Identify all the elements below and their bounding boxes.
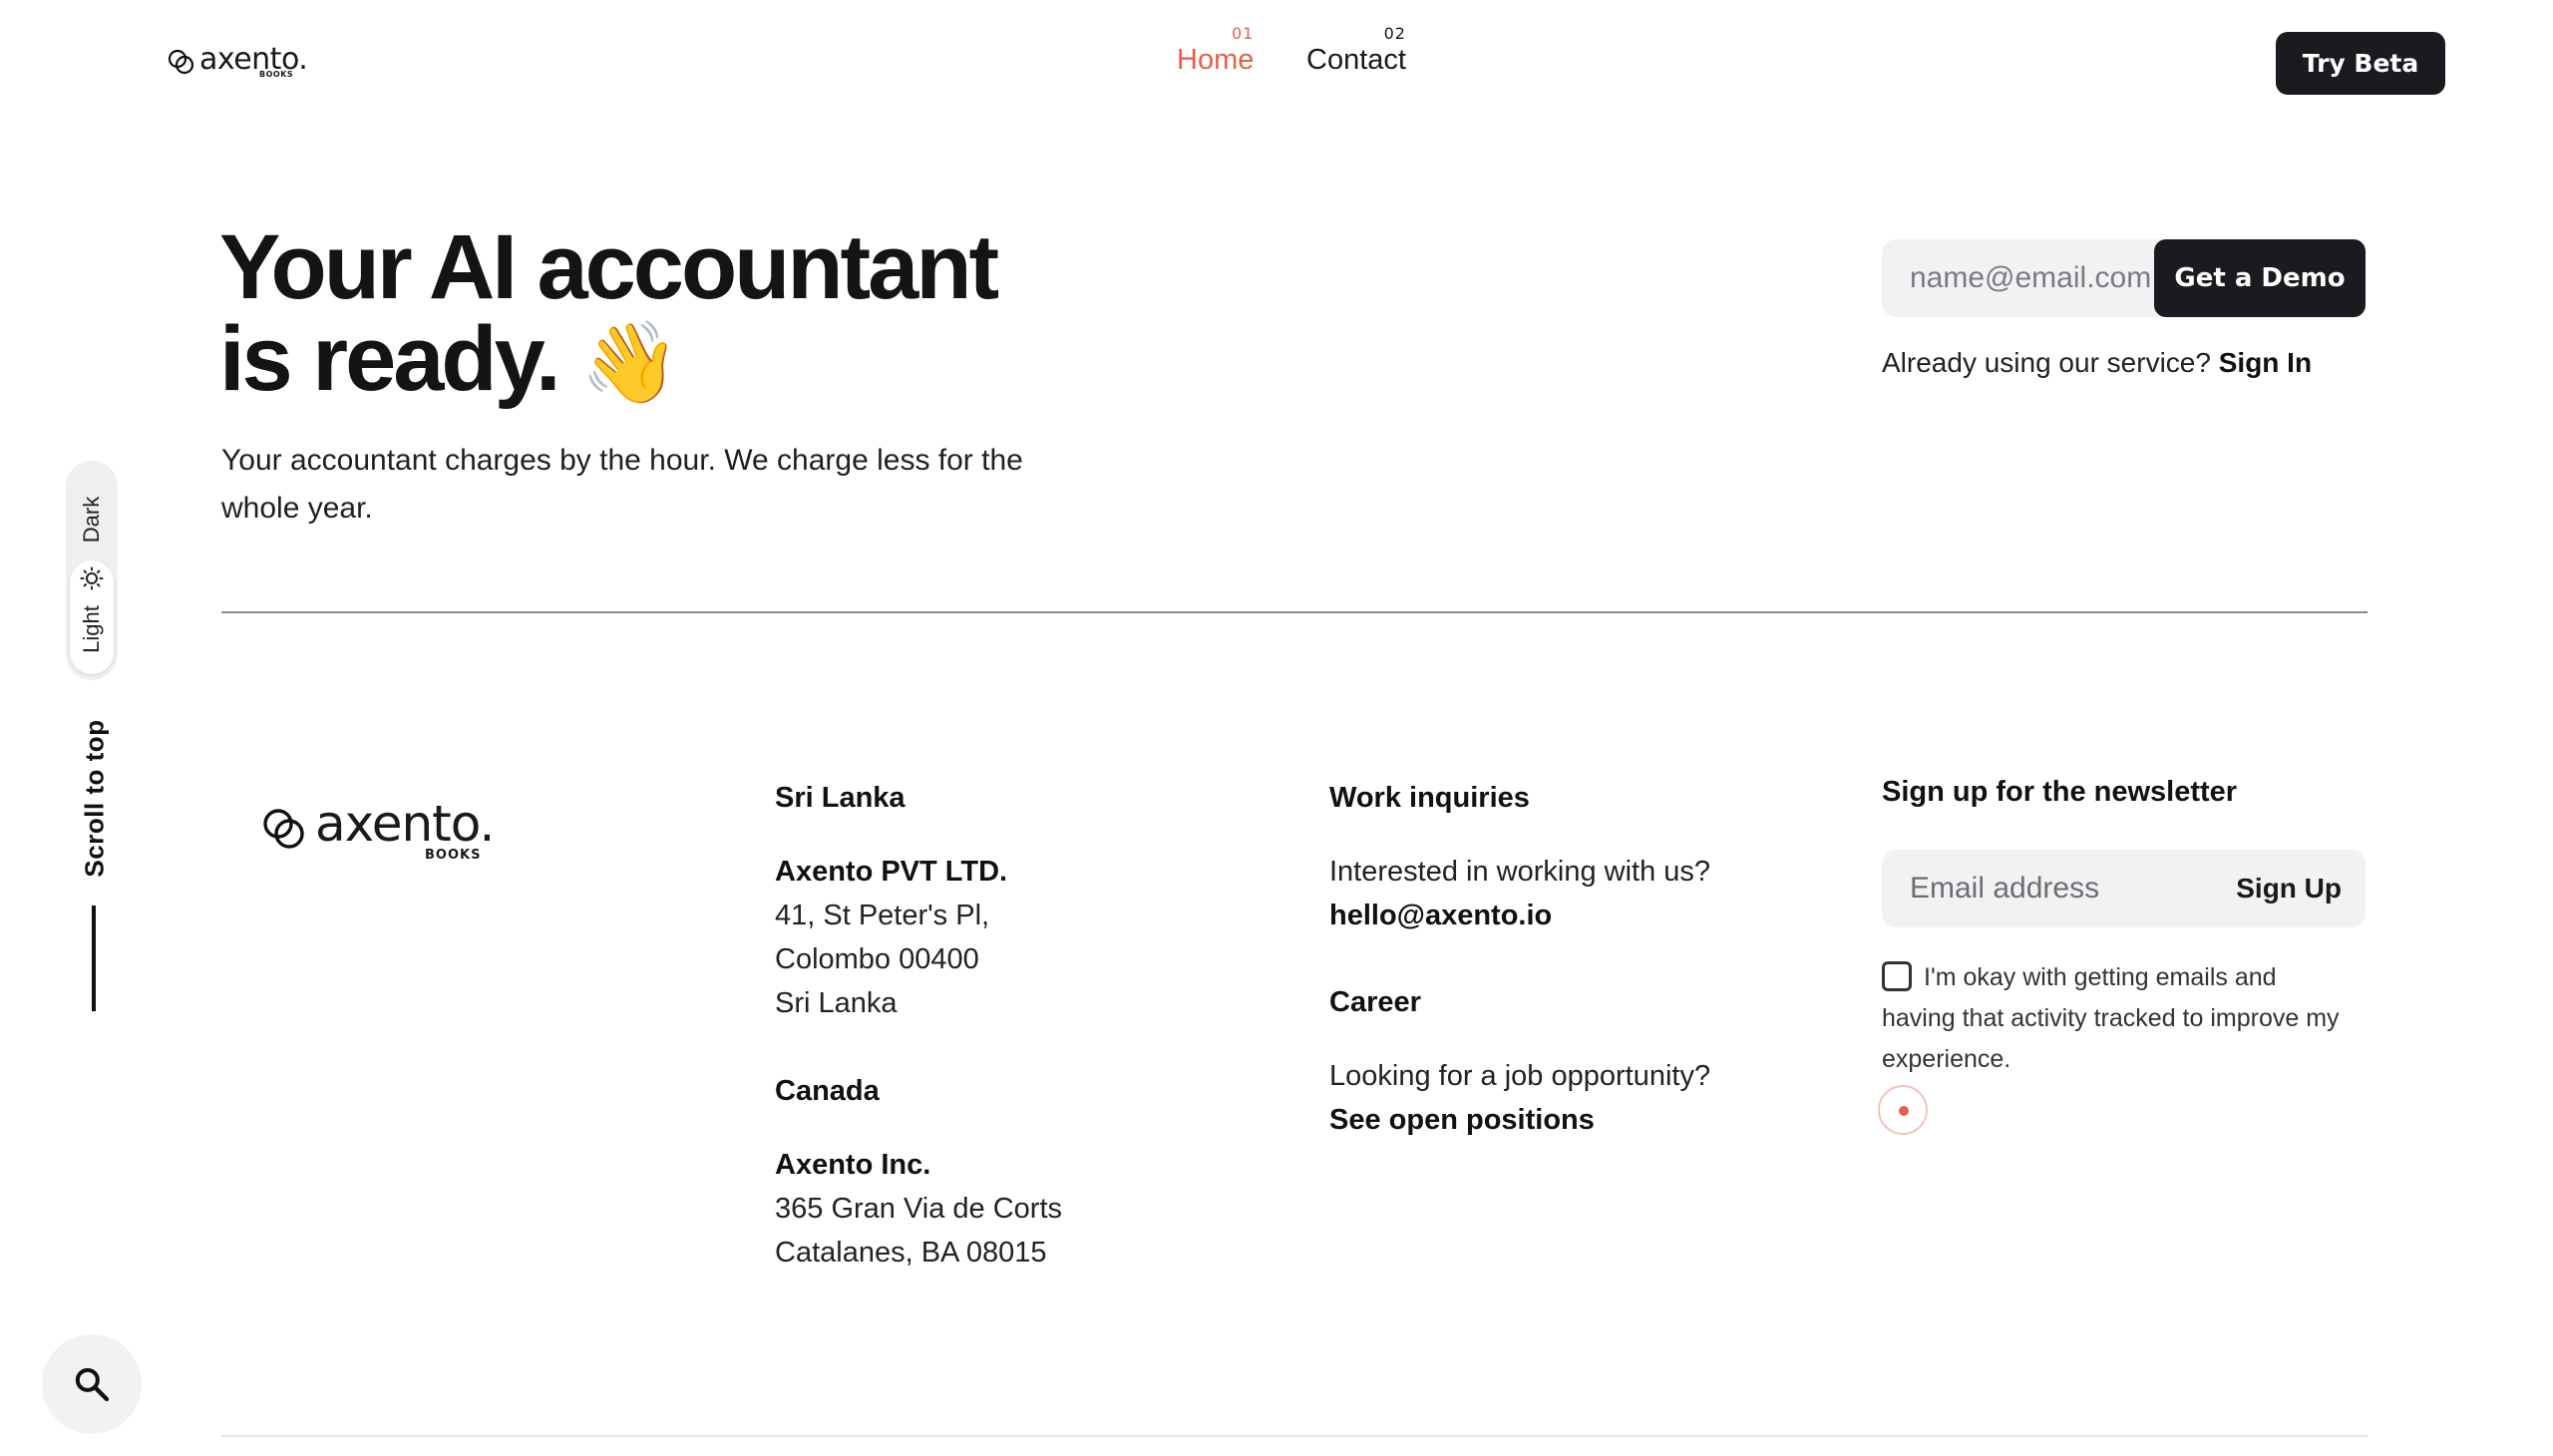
- career: Career Looking for a job opportunity? Se…: [1329, 980, 1710, 1142]
- theme-dark-option[interactable]: Dark: [66, 475, 118, 564]
- office-canada: Canada Axento Inc. 365 Gran Via de Corts…: [775, 1069, 1062, 1274]
- waving-hand-icon: 👋: [580, 318, 680, 407]
- consent-label: I'm okay with getting emails and having …: [1882, 963, 2340, 1073]
- section-divider: [221, 611, 2368, 613]
- nav-home-label: Home: [1177, 44, 1255, 76]
- consent-checkbox[interactable]: [1882, 961, 1912, 991]
- footer-logo[interactable]: axento. BOOKS: [261, 794, 501, 864]
- office-address-line: Catalanes, BA 08015: [775, 1237, 1047, 1269]
- demo-signup-form: Get a Demo: [1882, 239, 2366, 317]
- logo-mark-icon: [168, 49, 194, 75]
- office-address-line: Sri Lanka: [775, 987, 898, 1019]
- work-inquiries-heading: Work inquiries: [1329, 782, 1530, 814]
- logo-subtitle: BOOKS: [259, 70, 294, 79]
- office-region: Canada: [775, 1075, 880, 1107]
- theme-toggle[interactable]: Dark Light: [66, 461, 118, 680]
- search-icon: [75, 1367, 110, 1402]
- nav-contact[interactable]: 02 Contact: [1306, 24, 1406, 78]
- logo-mark-icon: [263, 809, 304, 849]
- footer-logo-subtitle: BOOKS: [425, 848, 482, 863]
- footer-divider: [221, 1435, 2368, 1437]
- newsletter-heading: Sign up for the newsletter: [1882, 776, 2238, 808]
- signin-prompt-text: Already using our service?: [1882, 347, 2211, 378]
- scroll-to-top-button[interactable]: Scroll to top: [40, 698, 150, 898]
- newsletter-signup-button[interactable]: Sign Up: [2236, 850, 2342, 927]
- get-demo-button[interactable]: Get a Demo: [2154, 239, 2366, 317]
- hero-title: Your AI accountant is ready. 👋: [219, 216, 999, 410]
- try-beta-button[interactable]: Try Beta: [2276, 32, 2445, 95]
- header-logo[interactable]: axento. BOOKS: [168, 42, 308, 79]
- signin-prompt: Already using our service? Sign In: [1882, 347, 2312, 379]
- hero-subtitle: Your accountant charges by the hour. We …: [221, 444, 1023, 525]
- office-company: Axento PVT LTD.: [775, 856, 1008, 888]
- nav-contact-label: Contact: [1306, 44, 1406, 76]
- nav-contact-number: 02: [1383, 24, 1406, 43]
- theme-light-label: Light: [79, 605, 104, 653]
- newsletter-email-input[interactable]: [1882, 850, 2221, 927]
- career-heading: Career: [1329, 986, 1421, 1018]
- career-text: Looking for a job opportunity?: [1329, 1060, 1711, 1092]
- office-sri-lanka: Sri Lanka Axento PVT LTD. 41, St Peter's…: [775, 776, 1007, 1025]
- search-button[interactable]: [42, 1334, 142, 1434]
- hero-title-line2: is ready.: [219, 308, 561, 410]
- work-inquiries: Work inquiries Interested in working wit…: [1329, 776, 1710, 937]
- office-address-line: Colombo 00400: [775, 943, 979, 975]
- office-address-line: 365 Gran Via de Corts: [775, 1193, 1063, 1225]
- theme-dark-label: Dark: [78, 496, 104, 544]
- open-positions-link[interactable]: See open positions: [1329, 1098, 1710, 1142]
- scroll-to-top-label: Scroll to top: [79, 718, 110, 878]
- nav-home[interactable]: 01 Home: [1177, 24, 1254, 78]
- office-address-line: 41, St Peter's Pl,: [775, 900, 990, 931]
- footer-logo-wordmark: axento.: [315, 795, 495, 853]
- cursor-indicator: [1878, 1085, 1928, 1135]
- office-company: Axento Inc.: [775, 1149, 931, 1181]
- work-inquiries-text: Interested in working with us?: [1329, 856, 1711, 888]
- nav-home-number: 01: [1232, 24, 1255, 43]
- work-email-link[interactable]: hello@axento.io: [1329, 894, 1710, 937]
- theme-light-option[interactable]: Light: [70, 560, 114, 674]
- signin-link[interactable]: Sign In: [2219, 347, 2312, 378]
- demo-email-input[interactable]: [1882, 239, 2161, 317]
- hero-title-line1: Your AI accountant: [219, 216, 999, 318]
- office-region: Sri Lanka: [775, 782, 906, 814]
- newsletter-form: Sign Up: [1882, 850, 2366, 927]
- scroll-indicator-line: [92, 906, 96, 1011]
